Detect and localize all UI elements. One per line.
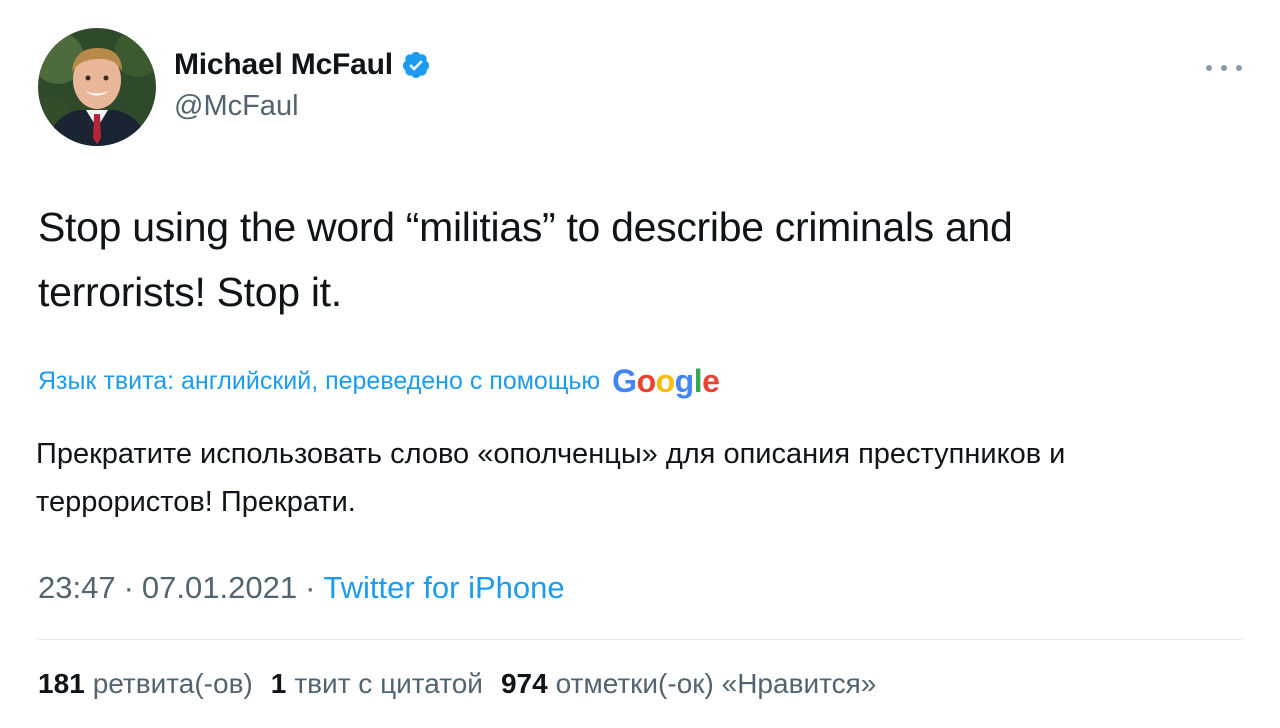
avatar-photo xyxy=(38,28,156,146)
tweet-time[interactable]: 23:47 xyxy=(38,570,116,606)
translation-label[interactable]: Язык твита: английский, переведено с пом… xyxy=(38,367,600,396)
meta-separator: · xyxy=(305,570,316,605)
divider xyxy=(38,639,1242,640)
likes-label: отметки(-ок) «Нравится» xyxy=(555,668,877,699)
tweet-date[interactable]: 07.01.2021 xyxy=(142,570,297,606)
verified-badge-icon xyxy=(402,51,430,79)
google-logo: Google xyxy=(612,363,720,399)
name-row: Michael McFaul xyxy=(174,48,431,82)
author-display-name[interactable]: Michael McFaul xyxy=(174,48,393,82)
translated-text-line: террористов! Прекрати. xyxy=(36,486,356,518)
translated-text: Прекратите использовать слово «ополченцы… xyxy=(36,430,1246,526)
tweet-text: Stop using the word “militias” to descri… xyxy=(38,195,1238,325)
retweets-stat[interactable]: 181 ретвита(-ов) xyxy=(38,668,253,700)
dot xyxy=(1221,65,1227,71)
translated-text-line: Прекратите использовать слово «ополченцы… xyxy=(36,438,1066,470)
meta-separator: · xyxy=(123,570,134,605)
translation-attribution[interactable]: Язык твита: английский, переведено с пом… xyxy=(38,363,720,400)
tweet-text-line: Stop using the word “militias” to descri… xyxy=(38,204,1013,250)
dot xyxy=(1206,65,1212,71)
retweets-count: 181 xyxy=(38,668,85,699)
avatar[interactable] xyxy=(38,28,156,146)
tweet-source-link[interactable]: Twitter for iPhone xyxy=(323,570,564,606)
tweet-text-line: terrorists! Stop it. xyxy=(38,269,342,315)
author-handle[interactable]: @McFaul xyxy=(174,90,431,123)
likes-count: 974 xyxy=(500,668,548,699)
more-dots-icon[interactable] xyxy=(1206,58,1242,78)
quotes-stat[interactable]: 1 твит с цитатой xyxy=(271,668,483,700)
dot xyxy=(1236,65,1242,71)
quotes-label: твит с цитатой xyxy=(294,668,483,699)
tweet-meta: 23:47 · 07.01.2021 · Twitter for iPhone xyxy=(38,570,565,606)
tweet-stats: 181 ретвита(-ов) 1 твит с цитатой 974 от… xyxy=(38,668,876,700)
likes-stat[interactable]: 974 отметки(-ок) «Нравится» xyxy=(501,668,876,700)
retweets-label: ретвита(-ов) xyxy=(92,668,253,699)
tweet-author: Michael McFaul @McFaul xyxy=(174,48,431,123)
quotes-count: 1 xyxy=(270,668,287,699)
